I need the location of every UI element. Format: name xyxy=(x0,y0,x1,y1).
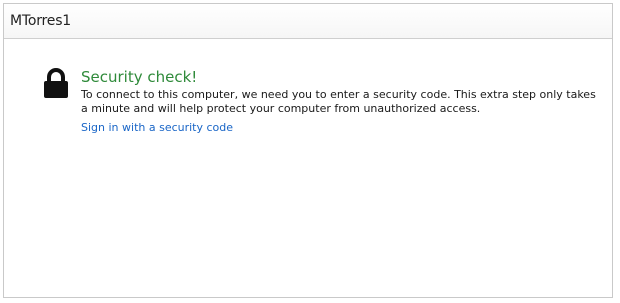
security-message: To connect to this computer, we need you… xyxy=(81,88,596,115)
lock-icon xyxy=(42,68,70,98)
sign-in-security-code-link[interactable]: Sign in with a security code xyxy=(81,121,233,135)
username-title: MTorres1 xyxy=(10,13,71,29)
security-check-panel: MTorres1 Security check! To connect to t… xyxy=(3,3,613,298)
security-text-block: Security check! To connect to this compu… xyxy=(81,67,601,135)
security-heading: Security check! xyxy=(81,68,198,86)
panel-header: MTorres1 xyxy=(4,4,612,39)
